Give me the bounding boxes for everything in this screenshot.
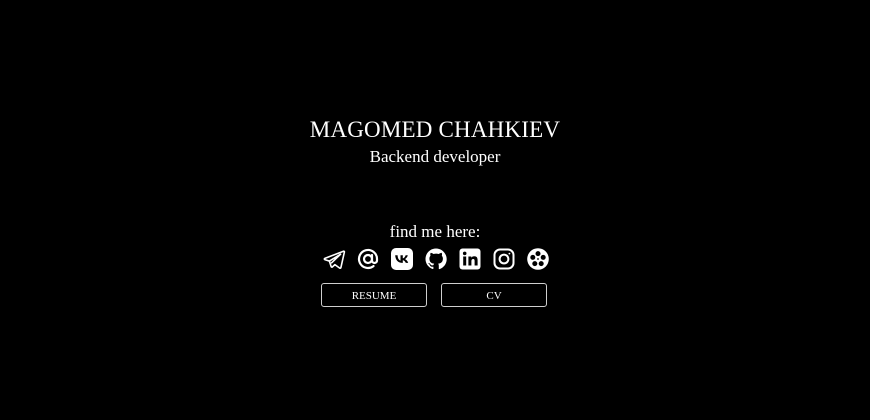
email-icon[interactable] <box>356 247 380 271</box>
links-heading: find me here: <box>389 222 481 241</box>
social-links <box>322 246 550 272</box>
telegram-icon[interactable] <box>322 247 346 271</box>
profile-name: MAGOMED CHAHKIEV <box>309 117 561 142</box>
profile-role: Backend developer <box>369 147 501 166</box>
github-icon[interactable] <box>424 247 448 271</box>
instagram-icon[interactable] <box>492 247 516 271</box>
cv-button[interactable]: CV <box>441 283 547 307</box>
film-reel-icon[interactable] <box>526 247 550 271</box>
resume-button[interactable]: RESUME <box>321 283 427 307</box>
page: MAGOMED CHAHKIEV Backend developer find … <box>0 0 870 420</box>
linkedin-icon[interactable] <box>458 247 482 271</box>
vk-icon[interactable] <box>390 247 414 271</box>
action-buttons: RESUME CV <box>321 283 549 310</box>
